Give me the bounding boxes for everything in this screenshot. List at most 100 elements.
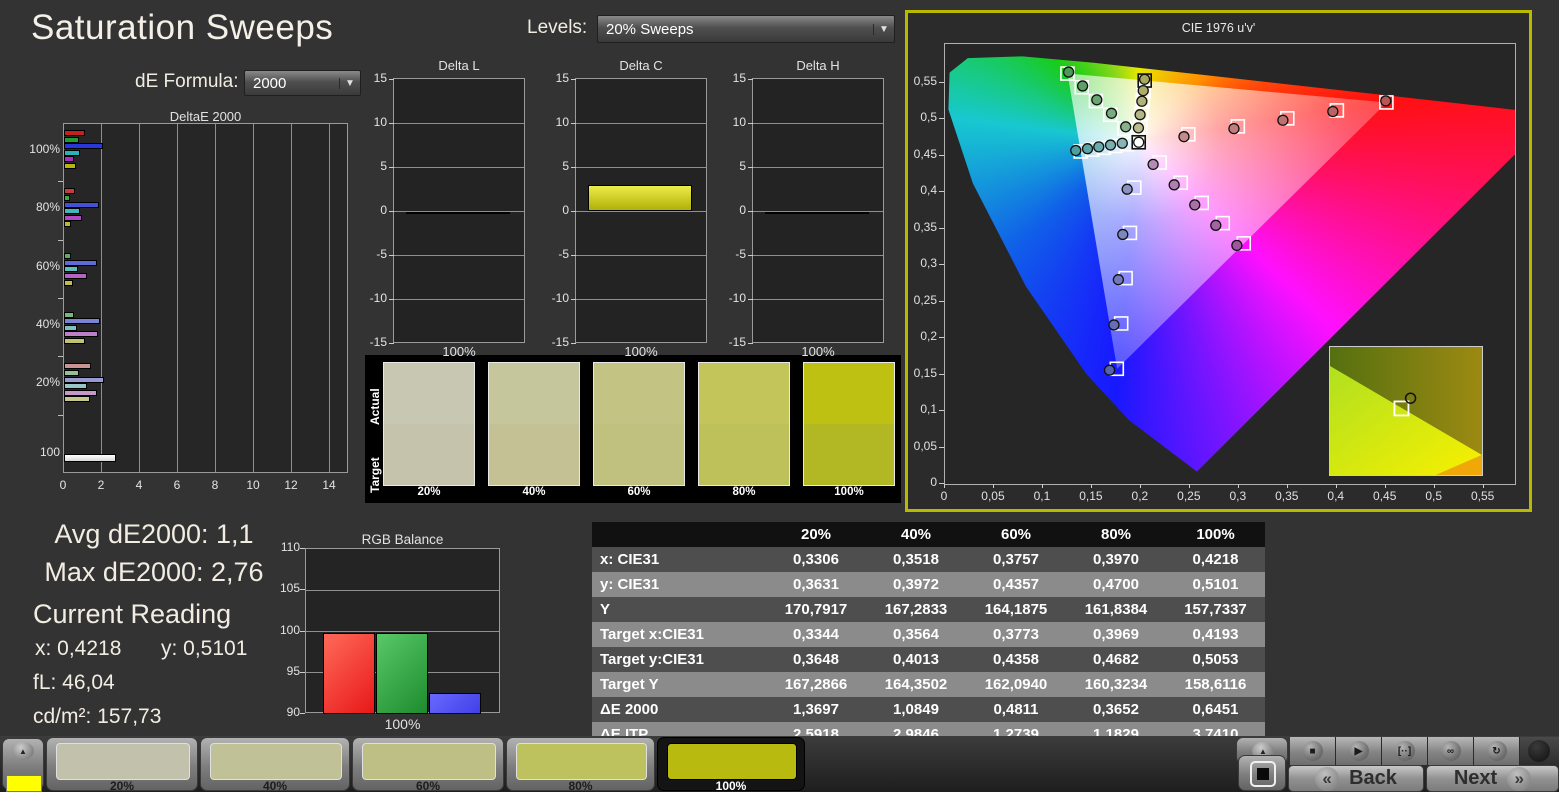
rgb-y-tick: 110 [268, 540, 300, 554]
pattern-swatch [210, 743, 342, 780]
delta_l-y-tick: 0 [353, 203, 387, 217]
pattern-level-button-100%[interactable]: 100% [657, 737, 805, 791]
delta_h-y-tick: -10 [712, 291, 746, 305]
swatch-level-label: 80% [698, 486, 790, 498]
table-cell: 167,2866 [766, 672, 866, 697]
deltae-bar-green [64, 195, 70, 201]
table-cell: 164,3502 [866, 672, 966, 697]
cie-measured-point [1122, 184, 1132, 194]
delta_l-y-tick: 10 [353, 115, 387, 129]
deltae-bar-magenta [64, 215, 82, 221]
collapse-arrow-button[interactable]: ▲ [12, 742, 34, 760]
delta_l-x-label: 100% [393, 344, 525, 359]
cie-measured-point [1229, 124, 1239, 134]
deltae-x-tick: 0 [53, 478, 73, 492]
pattern-swatch [362, 743, 496, 780]
pattern-level-button-40%[interactable]: 40% [200, 737, 350, 791]
next-button[interactable]: Next» [1426, 765, 1559, 792]
deltae2000-title: DeltaE 2000 [63, 109, 348, 124]
cie-measured-point [1278, 115, 1288, 125]
swatch-target [594, 424, 684, 485]
back-button[interactable]: «Back [1288, 765, 1424, 792]
deltae-x-tick: 12 [281, 478, 301, 492]
pattern-level-button-20%[interactable]: 20% [46, 737, 198, 791]
delta_l-bar [406, 212, 510, 214]
cie-y-tick: 0,55 [908, 74, 937, 88]
deltae-bar-blue [64, 377, 104, 383]
delta_c-plot [575, 78, 707, 343]
delta_c-y-tick: -15 [535, 335, 569, 349]
cie-y-tick: 0,1 [908, 402, 937, 416]
cie-title: CIE 1976 u'v' [908, 21, 1529, 35]
table-cell: 1,3697 [766, 697, 866, 722]
cie-y-tick: 0,3 [908, 256, 937, 270]
deltae-bar-cyan [64, 325, 77, 331]
current-y: y: 0,5101 [161, 637, 247, 661]
cie-x-tick: 0,25 [1171, 489, 1207, 503]
cie-x-tick: 0,3 [1220, 489, 1256, 503]
cie-y-tick: 0,25 [908, 293, 937, 307]
current-reading-title: Current Reading [33, 599, 231, 630]
window-pattern-button[interactable] [1238, 755, 1286, 791]
cie-x-tick: 0,15 [1073, 489, 1109, 503]
cie-x-tick: 0,1 [1024, 489, 1060, 503]
cie-y-tick: 0,5 [908, 110, 937, 124]
rgb-bar-green [376, 633, 428, 714]
cie-x-tick: 0,2 [1122, 489, 1158, 503]
deltae-group-label: 20% [18, 375, 60, 389]
swatch-actual [804, 363, 894, 424]
delta_l-y-tick: 5 [353, 159, 387, 173]
deltae-bar-green [64, 312, 74, 318]
stop-button[interactable]: ■ [1290, 737, 1336, 765]
deltae-x-tick: 4 [129, 478, 149, 492]
deltae2000-plot [63, 123, 348, 473]
play-button[interactable]: ▶ [1336, 737, 1382, 765]
delta_h-y-tick: 5 [712, 159, 746, 173]
refresh-button[interactable]: ↻ [1474, 737, 1520, 765]
deltae-bar-red [64, 188, 75, 194]
table-cell: 0,3344 [766, 622, 866, 647]
levels-dropdown[interactable]: 20% Sweeps ▼ [597, 15, 895, 43]
cie-measured-point [1232, 240, 1242, 250]
table-row-label: Target x:CIE31 [592, 622, 766, 647]
cie-measured-point [1135, 110, 1145, 120]
cie-zoom-inset [1329, 346, 1483, 476]
table-header-cell: 40% [866, 522, 966, 547]
deltae-group-label: 40% [18, 317, 60, 331]
pattern-level-button-80%[interactable]: 80% [506, 737, 655, 791]
deltae-bar-cyan [64, 150, 80, 156]
cie-measured-point [1118, 229, 1128, 239]
delta_c-y-tick: -5 [535, 247, 569, 261]
deltae-bar-magenta [64, 390, 97, 396]
cie-y-tick: 0,05 [908, 439, 937, 453]
table-cell: 160,3234 [1066, 672, 1166, 697]
de-formula-dropdown[interactable]: 2000 ▼ [244, 70, 361, 96]
pattern-level-label: 40% [201, 779, 349, 792]
deltae-bar-magenta [64, 156, 74, 162]
measure-interval-button[interactable]: [··] [1382, 737, 1428, 765]
delta_h-y-tick: 0 [712, 203, 746, 217]
table-cell: 0,3631 [766, 572, 866, 597]
pattern-level-button-60%[interactable]: 60% [352, 737, 504, 791]
continuous-button[interactable]: ∞ [1428, 737, 1474, 765]
cie-measured-point [1113, 275, 1123, 285]
table-row: Target x:CIE310,33440,35640,37730,39690,… [592, 622, 1265, 647]
swatch-level-label: 100% [803, 486, 895, 498]
table-header-cell: 100% [1166, 522, 1265, 547]
table-header-row: 20%40%60%80%100% [592, 522, 1265, 547]
cie-inset-gamut [1330, 347, 1482, 475]
cie-x-tick: 0,05 [975, 489, 1011, 503]
delta_l-y-tick: 15 [353, 71, 387, 85]
cie-x-tick: 0 [926, 489, 962, 503]
swatch-80% [698, 362, 790, 486]
deltae-bar-red [64, 363, 91, 369]
delta_c-y-tick: -10 [535, 291, 569, 305]
deltae-bar-yellow [64, 338, 85, 344]
table-row-label: y: CIE31 [592, 572, 766, 597]
cie-measured-point [1109, 320, 1119, 330]
deltae-x-tick: 6 [167, 478, 187, 492]
table-cell: 0,3969 [1066, 622, 1166, 647]
swatch-level-label: 60% [593, 486, 685, 498]
table-cell: 0,4682 [1066, 647, 1166, 672]
cie-plot-area [944, 43, 1516, 485]
